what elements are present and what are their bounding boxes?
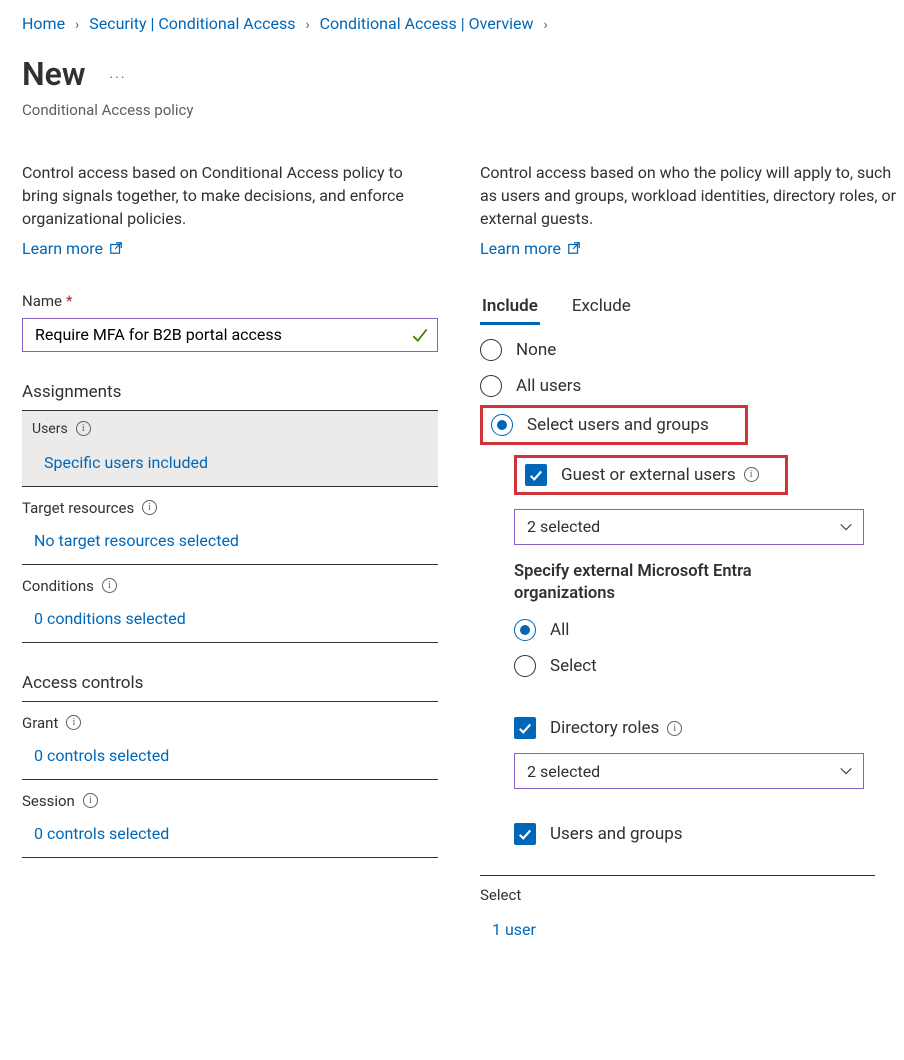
- checkbox-guest-external[interactable]: Guest or external users i: [525, 464, 759, 486]
- directory-roles-label: Directory roles: [550, 718, 659, 738]
- target-resources-label: Target resources: [22, 499, 134, 517]
- radio-none[interactable]: None: [480, 339, 896, 361]
- info-icon[interactable]: i: [744, 467, 759, 482]
- info-icon[interactable]: i: [142, 500, 157, 515]
- radio-all-users[interactable]: All users: [480, 375, 896, 397]
- conditions-label: Conditions: [22, 577, 94, 595]
- access-controls-section-header: Access controls: [22, 673, 438, 702]
- session-label: Session: [22, 792, 75, 810]
- target-resources-summary: No target resources selected: [34, 531, 438, 550]
- chevron-down-icon: [839, 764, 853, 778]
- specify-external-orgs-heading: Specify external Microsoft Entra organiz…: [514, 561, 814, 606]
- checkbox-users-and-groups[interactable]: Users and groups: [514, 823, 896, 845]
- chevron-right-icon: ›: [543, 17, 547, 33]
- radio-icon: [480, 339, 502, 361]
- users-label: Users: [32, 421, 68, 437]
- radio-icon: [514, 619, 536, 641]
- name-input[interactable]: [33, 324, 411, 345]
- users-assignment-item[interactable]: Users i Specific users included: [22, 411, 438, 487]
- breadcrumb-home[interactable]: Home: [22, 14, 65, 33]
- select-users-link[interactable]: 1 user: [492, 920, 896, 939]
- guest-types-picker[interactable]: 2 selected: [514, 509, 864, 545]
- target-resources-item[interactable]: Target resources i No target resources s…: [22, 487, 438, 565]
- page-subtitle: Conditional Access policy: [22, 101, 882, 119]
- radio-org-select-label: Select: [550, 656, 597, 676]
- assignments-section-header: Assignments: [22, 382, 438, 411]
- radio-org-all-label: All: [550, 620, 569, 640]
- right-learn-more-link[interactable]: Learn more: [480, 239, 581, 258]
- breadcrumb: Home › Security | Conditional Access › C…: [22, 14, 882, 33]
- grant-item[interactable]: Grant i 0 controls selected: [22, 702, 438, 780]
- learn-more-label: Learn more: [22, 239, 103, 258]
- highlight-guest-external: Guest or external users i: [514, 455, 788, 495]
- checkbox-icon: [525, 464, 547, 486]
- radio-select-users[interactable]: Select users and groups: [491, 414, 709, 436]
- tab-include[interactable]: Include: [480, 292, 540, 325]
- checkbox-icon: [514, 823, 536, 845]
- breadcrumb-security[interactable]: Security | Conditional Access: [89, 14, 295, 33]
- users-summary: Specific users included: [44, 453, 428, 472]
- users-and-groups-label: Users and groups: [550, 824, 683, 844]
- radio-icon: [514, 655, 536, 677]
- external-link-icon: [567, 241, 581, 255]
- select-section-header: Select: [480, 886, 896, 904]
- grant-summary: 0 controls selected: [34, 746, 438, 765]
- chevron-right-icon: ›: [305, 17, 309, 33]
- session-summary: 0 controls selected: [34, 824, 438, 843]
- checkbox-icon: [514, 717, 536, 739]
- name-field[interactable]: [22, 318, 438, 352]
- left-learn-more-link[interactable]: Learn more: [22, 239, 123, 258]
- tab-exclude[interactable]: Exclude: [570, 292, 633, 325]
- right-intro-text: Control access based on who the policy w…: [480, 161, 896, 231]
- checkmark-icon: [411, 326, 429, 344]
- info-icon[interactable]: i: [66, 715, 81, 730]
- chevron-down-icon: [839, 520, 853, 534]
- more-menu-button[interactable]: ...: [109, 66, 126, 82]
- external-link-icon: [109, 241, 123, 255]
- learn-more-label: Learn more: [480, 239, 561, 258]
- chevron-right-icon: ›: [75, 17, 79, 33]
- checkbox-directory-roles[interactable]: Directory roles i: [514, 717, 896, 739]
- breadcrumb-overview[interactable]: Conditional Access | Overview: [320, 14, 534, 33]
- radio-icon: [491, 414, 513, 436]
- page-title: New: [22, 55, 85, 93]
- include-exclude-tabs: Include Exclude: [480, 292, 896, 325]
- guest-types-value: 2 selected: [527, 517, 600, 536]
- conditions-summary: 0 conditions selected: [34, 609, 438, 628]
- grant-label: Grant: [22, 714, 58, 732]
- name-field-label: Name*: [22, 292, 438, 310]
- info-icon[interactable]: i: [102, 578, 117, 593]
- radio-all-users-label: All users: [516, 376, 581, 396]
- radio-icon: [480, 375, 502, 397]
- info-icon[interactable]: i: [83, 793, 98, 808]
- radio-none-label: None: [516, 340, 556, 360]
- info-icon[interactable]: i: [667, 721, 682, 736]
- conditions-item[interactable]: Conditions i 0 conditions selected: [22, 565, 438, 643]
- session-item[interactable]: Session i 0 controls selected: [22, 780, 438, 858]
- info-icon[interactable]: i: [76, 421, 91, 436]
- divider: [480, 875, 875, 876]
- guest-external-label: Guest or external users: [561, 465, 736, 485]
- radio-select-users-label: Select users and groups: [527, 415, 709, 435]
- radio-org-select[interactable]: Select: [514, 655, 896, 677]
- directory-roles-value: 2 selected: [527, 762, 600, 781]
- directory-roles-picker[interactable]: 2 selected: [514, 753, 864, 789]
- highlight-select-users: Select users and groups: [480, 405, 748, 445]
- radio-org-all[interactable]: All: [514, 619, 896, 641]
- left-intro-text: Control access based on Conditional Acce…: [22, 161, 438, 231]
